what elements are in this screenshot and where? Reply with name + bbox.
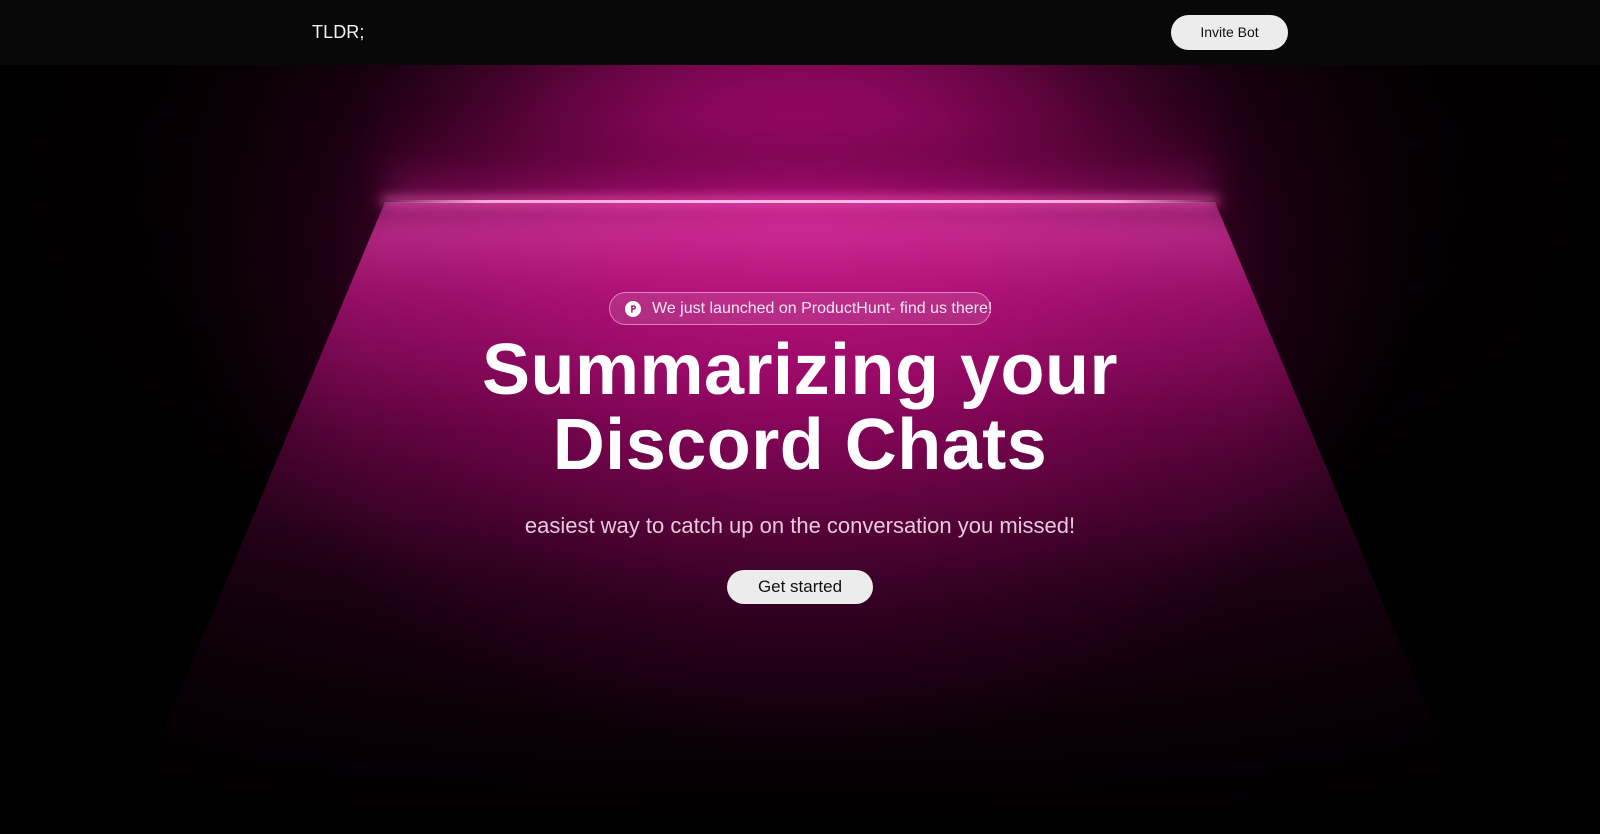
hero-subtitle: easiest way to catch up on the conversat… <box>524 513 1076 538</box>
producthunt-announcement-pill[interactable]: We just launched on ProductHunt- find us… <box>609 292 993 325</box>
announcement-text: We just launched on ProductHunt- find us… <box>652 299 993 317</box>
headline-line-2: Discord Chats <box>552 405 1048 485</box>
producthunt-icon <box>625 300 641 317</box>
invite-bot-button[interactable]: Invite Bot <box>1171 15 1288 50</box>
get-started-button[interactable]: Get started <box>727 570 873 604</box>
hero-headline: Summarizing your Discord Chats <box>400 333 1200 483</box>
headline-line-1: Summarizing your <box>481 330 1119 410</box>
landing-page: TLDR; Invite Bot We just launched on Pro… <box>0 0 1600 834</box>
navbar: TLDR; Invite Bot <box>0 0 1600 65</box>
brand-logo-link[interactable]: TLDR; <box>312 21 365 43</box>
hero-section: We just launched on ProductHunt- find us… <box>0 0 1600 834</box>
